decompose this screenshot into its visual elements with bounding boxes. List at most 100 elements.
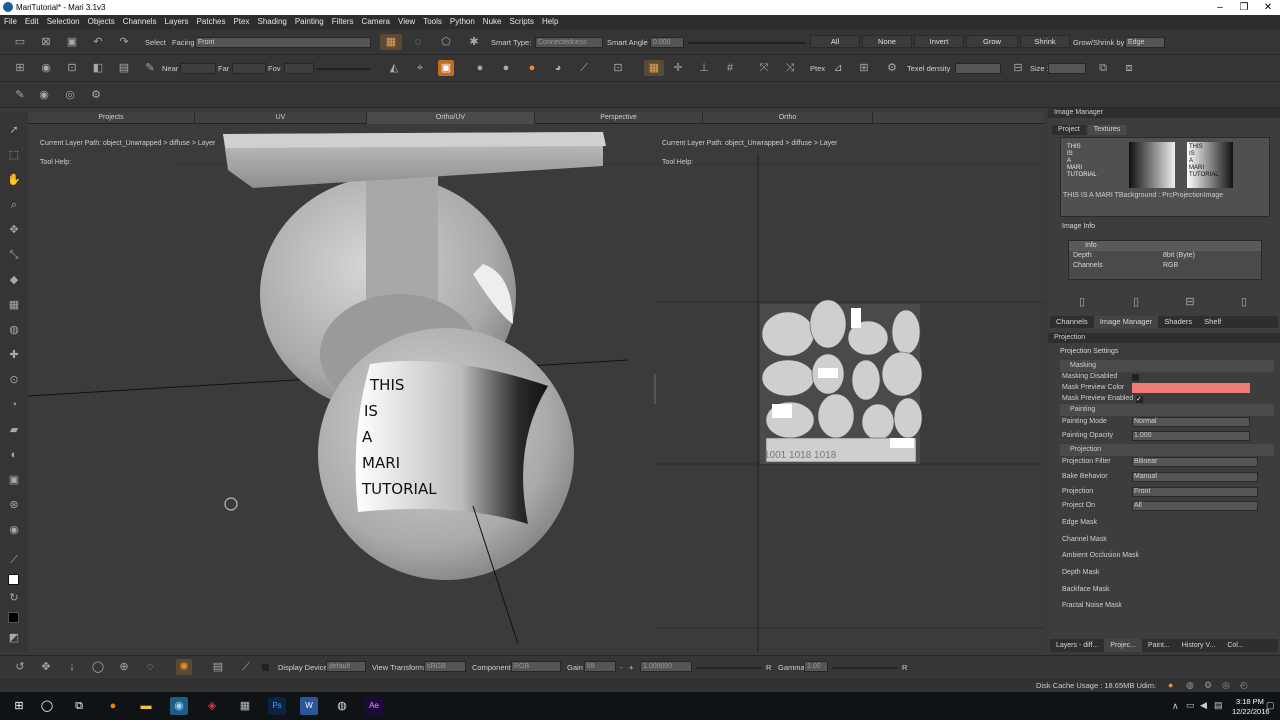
export-image-icon[interactable]: ⊟ [1182, 294, 1198, 310]
edge-mask-row[interactable]: Edge Mask [1062, 517, 1272, 529]
delete-image-icon[interactable]: ▯ [1236, 294, 1252, 310]
masking-disabled-checkbox[interactable] [1132, 374, 1139, 381]
frame-all-icon[interactable]: ◌ [142, 659, 158, 675]
select-all-button[interactable]: All [810, 35, 860, 48]
grow-selection-button[interactable]: Grow [966, 35, 1018, 48]
visibility-icon[interactable]: ◉ [36, 87, 52, 103]
new-file-icon[interactable]: ▭ [12, 34, 28, 50]
paint-icon[interactable]: ✎ [12, 87, 28, 103]
grid-tool-icon[interactable]: ▦ [6, 297, 22, 313]
menu-view[interactable]: View [394, 15, 419, 29]
axis-icon[interactable]: ✛ [670, 60, 686, 76]
fractal-noise-mask-row[interactable]: Fractal Noise Mask [1062, 600, 1272, 612]
move-tool-icon[interactable]: ✥ [6, 222, 22, 238]
transform-icon[interactable]: ⤧ [756, 60, 772, 76]
tab-shelf[interactable]: Shelf [1198, 316, 1227, 328]
texture-browser[interactable]: THIS IS A MARI TUTORIAL THIS IS A MARI TUTORIAL … [1060, 137, 1270, 217]
mari-taskbar-icon[interactable]: ◉ [170, 697, 188, 715]
blur-tool-icon[interactable]: ◐ [6, 447, 22, 463]
projection-group[interactable]: Projection [1060, 444, 1274, 456]
invert-selection-button[interactable]: Invert [914, 35, 964, 48]
menu-tools[interactable]: Tools [419, 15, 446, 29]
reset-colors-icon[interactable]: ◩ [6, 630, 22, 646]
projection-filter-select[interactable]: Bilinear [1132, 457, 1258, 467]
smart-angle-slider[interactable] [688, 42, 806, 44]
tab-projection[interactable]: Projec... [1104, 639, 1142, 652]
menu-ptex[interactable]: Ptex [229, 15, 253, 29]
channel-mask-row[interactable]: Channel Mask [1062, 534, 1272, 546]
target-tool-icon[interactable]: ⊙ [6, 372, 22, 388]
menu-camera[interactable]: Camera [358, 15, 394, 29]
copy-icon[interactable]: ⧉ [1095, 60, 1111, 76]
grid-icon[interactable]: ⊞ [12, 60, 28, 76]
flat-shading-icon[interactable]: ● [472, 60, 488, 76]
menu-help[interactable]: Help [538, 15, 562, 29]
smart-angle-field[interactable]: 0.000 [650, 37, 684, 48]
clipboard-icon[interactable]: ▤ [210, 659, 226, 675]
frame-icon[interactable]: ⊡ [64, 60, 80, 76]
texture-thumb-1[interactable]: THIS IS A MARI TUTORIAL [1067, 144, 1097, 179]
ptex-resize-icon[interactable]: ⊿ [830, 60, 846, 76]
tab-textures[interactable]: Textures [1087, 125, 1127, 135]
orbit-icon[interactable]: ◯ [90, 659, 106, 675]
facing-select[interactable]: Front [195, 37, 371, 48]
background-color-swatch[interactable] [8, 612, 19, 623]
select-tool-icon[interactable]: ➚ [6, 122, 22, 138]
eyedropper-icon[interactable]: ⌖ [412, 60, 428, 76]
sphere-tool-icon[interactable]: ⊛ [6, 497, 22, 513]
uv-grid-icon[interactable]: # [722, 60, 738, 76]
open-image-icon[interactable]: ▯ [1074, 294, 1090, 310]
tab-perspective[interactable]: Perspective [535, 112, 703, 124]
view-transform-select[interactable]: sRGB [424, 661, 466, 672]
move-icon[interactable]: ⤨ [782, 60, 798, 76]
sphere-shading-icon[interactable]: ◕ [550, 60, 566, 76]
near-field[interactable] [180, 63, 216, 74]
mask-preview-color-swatch[interactable] [1132, 383, 1250, 393]
tab-colors[interactable]: Col... [1221, 639, 1249, 652]
after-effects-icon[interactable]: Ae [365, 697, 383, 715]
davinci-icon[interactable]: ◈ [203, 697, 221, 715]
menu-selection[interactable]: Selection [43, 15, 84, 29]
tab-paint[interactable]: Paint... [1142, 639, 1176, 652]
frame-selection-icon[interactable]: ⊡ [610, 60, 626, 76]
paste-icon[interactable]: ⧈ [1121, 60, 1137, 76]
swap-colors-icon[interactable]: ↻ [6, 590, 22, 606]
gamma-reset-icon[interactable]: R [902, 663, 907, 672]
grid-snap-icon[interactable]: ▦ [644, 60, 664, 76]
transform-tool-icon[interactable]: ⬚ [6, 147, 22, 163]
fill-tool-icon[interactable]: ▣ [6, 472, 22, 488]
gain-minus-icon[interactable]: - [620, 663, 623, 672]
menu-shading[interactable]: Shading [253, 15, 290, 29]
gain-value-field[interactable]: 1.000000 [640, 661, 692, 672]
word-icon[interactable]: W [300, 697, 318, 715]
tray-keyboard-icon[interactable]: ▤ [1214, 700, 1223, 711]
shrink-selection-button[interactable]: Shrink [1020, 35, 1070, 48]
grow-shrink-select[interactable]: Edge [1125, 37, 1165, 48]
tab-channels[interactable]: Channels [1050, 316, 1094, 328]
hand-tool-icon[interactable]: ✋ [6, 172, 22, 188]
menu-python[interactable]: Python [446, 15, 479, 29]
texture-thumb-2[interactable] [1129, 142, 1175, 188]
gain-reset-icon[interactable]: R [766, 663, 771, 672]
new-image-icon[interactable]: ▯ [1128, 294, 1144, 310]
cube-icon[interactable]: ◧ [90, 60, 106, 76]
painting-opacity-slider[interactable]: 1.000 [1132, 431, 1250, 441]
projection-select[interactable]: Front [1132, 487, 1258, 497]
snap-icon[interactable]: ⊕ [116, 659, 132, 675]
menu-file[interactable]: File [0, 15, 21, 29]
paint-tool-icon[interactable]: ◆ [6, 272, 22, 288]
menu-patches[interactable]: Patches [193, 15, 230, 29]
viewport[interactable]: Current Layer Path: object_Unwrapped > d… [28, 124, 1044, 652]
windows-start-icon[interactable]: ⊞ [10, 697, 28, 715]
lit-shading-icon[interactable]: ● [498, 60, 514, 76]
foreground-color-swatch[interactable] [8, 574, 19, 585]
layer-eye-icon[interactable]: ◎ [62, 87, 78, 103]
wireframe-icon[interactable]: ⟋ [576, 60, 592, 76]
film-icon[interactable]: ▤ [116, 60, 132, 76]
clone-tool-icon[interactable]: ◍ [6, 322, 22, 338]
gain-slider[interactable] [696, 667, 762, 669]
file-explorer-icon[interactable]: ▬ [137, 697, 155, 715]
tab-shaders[interactable]: Shaders [1158, 316, 1198, 328]
tab-project[interactable]: Project [1052, 125, 1086, 135]
tab-uv[interactable]: UV [195, 112, 367, 124]
